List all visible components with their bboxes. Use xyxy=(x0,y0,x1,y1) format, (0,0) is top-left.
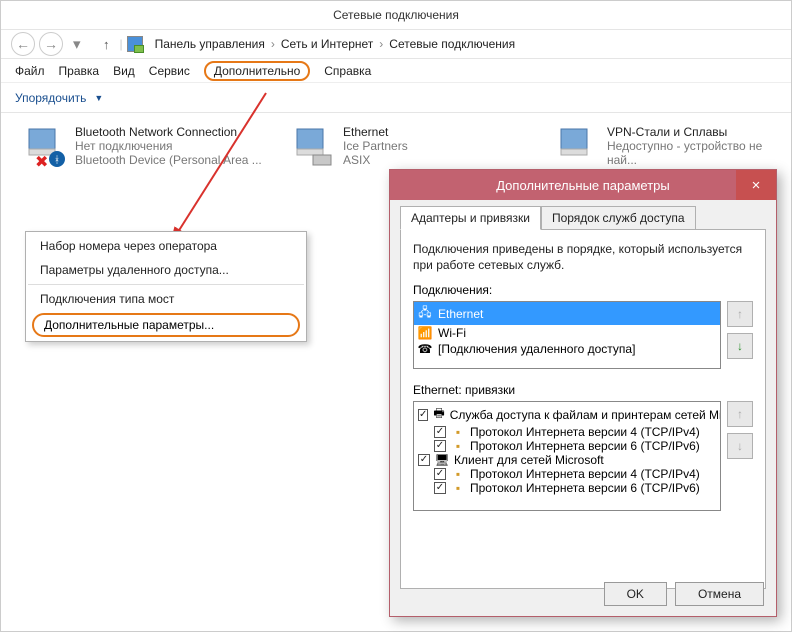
connection-status: Ice Partners xyxy=(343,139,408,153)
content-area: ᚼ✖ Bluetooth Network Connection Нет подк… xyxy=(1,113,791,631)
dialog-title: Дополнительные параметры × xyxy=(390,170,776,200)
svg-text:ᚼ: ᚼ xyxy=(54,155,60,166)
ok-button[interactable]: OK xyxy=(604,582,667,606)
cancel-button[interactable]: Отмена xyxy=(675,582,764,606)
tab-service-order[interactable]: Порядок служб доступа xyxy=(541,206,696,230)
checkbox[interactable] xyxy=(418,409,428,421)
checkbox[interactable] xyxy=(434,440,446,452)
menu-file[interactable]: Файл xyxy=(15,64,45,78)
ctx-advanced-params[interactable]: Дополнительные параметры... xyxy=(32,313,300,337)
menu-tools[interactable]: Сервис xyxy=(149,64,190,78)
connection-adapter: ASIX xyxy=(343,153,408,167)
ctx-remote-access[interactable]: Параметры удаленного доступа... xyxy=(28,258,304,282)
checkbox[interactable] xyxy=(434,426,446,438)
address-bar: ← → ▾ ↑ | Панель управления › Сеть и Инт… xyxy=(1,29,791,59)
menu-view[interactable]: Вид xyxy=(113,64,135,78)
ethernet-icon: 🖧 xyxy=(418,303,432,324)
connection-item[interactable]: Ethernet Ice Partners ASIX xyxy=(295,125,545,169)
back-button[interactable]: ← xyxy=(11,32,35,56)
checkbox[interactable] xyxy=(434,482,446,494)
menu-bar: Файл Правка Вид Сервис Дополнительно Спр… xyxy=(1,59,791,83)
protocol-icon: ▪ xyxy=(451,425,465,439)
protocol-icon: ▪ xyxy=(451,439,465,453)
list-item[interactable]: ☎ [Подключения удаленного доступа] xyxy=(414,341,720,357)
separator: | xyxy=(120,37,123,51)
tab-adapters[interactable]: Адаптеры и привязки xyxy=(400,206,541,230)
context-menu: Набор номера через оператора Параметры у… xyxy=(25,231,307,342)
menu-edit[interactable]: Правка xyxy=(59,64,100,78)
move-down-button[interactable]: ↓ xyxy=(727,433,753,459)
breadcrumb-item[interactable]: Сеть и Интернет xyxy=(275,37,379,51)
binding-item[interactable]: ▪ Протокол Интернета версии 4 (TCP/IPv4) xyxy=(416,425,718,439)
recent-dropdown-icon[interactable]: ▾ xyxy=(73,35,91,53)
bindings-label: Ethernet: привязки xyxy=(413,383,753,397)
list-item[interactable]: 📶 Wi-Fi xyxy=(414,325,720,341)
window-title: Сетевые подключения xyxy=(1,1,791,29)
advanced-settings-dialog: Дополнительные параметры × Адаптеры и пр… xyxy=(389,169,777,617)
checkbox[interactable] xyxy=(418,454,430,466)
protocol-icon: ▪ xyxy=(451,467,465,481)
connection-name: VPN-Стали и Сплавы xyxy=(607,125,789,139)
menu-help[interactable]: Справка xyxy=(324,64,371,78)
binding-item[interactable]: 🖥 Клиент для сетей Microsoft xyxy=(416,453,718,467)
connection-status: Недоступно - устройство не най... xyxy=(607,139,789,167)
connections-label: Подключения: xyxy=(413,283,753,297)
arrow-up-icon: ↑ xyxy=(737,407,743,421)
up-button[interactable]: ↑ xyxy=(103,37,110,52)
wifi-icon: 📶 xyxy=(418,326,432,340)
arrow-down-icon: ↓ xyxy=(737,339,743,353)
bluetooth-adapter-icon: ᚼ✖ xyxy=(27,125,67,169)
network-icon xyxy=(127,36,143,52)
breadcrumb-item[interactable]: Панель управления xyxy=(149,37,271,51)
forward-button[interactable]: → xyxy=(39,32,63,56)
bindings-listbox[interactable]: 🖶 Служба доступа к файлам и принтерам се… xyxy=(413,401,721,511)
connection-item[interactable]: VPN-Стали и Сплавы Недоступно - устройст… xyxy=(559,125,789,169)
close-button[interactable]: × xyxy=(736,170,776,200)
menu-advanced[interactable]: Дополнительно xyxy=(204,61,310,81)
move-up-button[interactable]: ↑ xyxy=(727,401,753,427)
vpn-adapter-icon xyxy=(559,125,599,169)
connection-name: Ethernet xyxy=(343,125,408,139)
binding-item[interactable]: 🖶 Служба доступа к файлам и принтерам се… xyxy=(416,404,718,425)
binding-item[interactable]: ▪ Протокол Интернета версии 4 (TCP/IPv4) xyxy=(416,467,718,481)
list-item[interactable]: 🖧 Ethernet xyxy=(414,302,720,325)
dialog-buttons: OK Отмена xyxy=(604,582,764,606)
binding-item[interactable]: ▪ Протокол Интернета версии 6 (TCP/IPv6) xyxy=(416,439,718,453)
breadcrumb-item[interactable]: Сетевые подключения xyxy=(383,37,521,51)
protocol-icon: ▪ xyxy=(451,481,465,495)
separator xyxy=(28,284,304,285)
chevron-down-icon[interactable]: ▼ xyxy=(94,93,103,103)
service-icon: 🖥 xyxy=(435,453,449,467)
tab-strip: Адаптеры и привязки Порядок служб доступ… xyxy=(400,206,766,230)
organize-button[interactable]: Упорядочить xyxy=(15,91,86,105)
svg-text:✖: ✖ xyxy=(35,154,48,169)
arrow-down-icon: ↓ xyxy=(737,439,743,453)
service-icon: 🖶 xyxy=(433,404,444,425)
move-up-button[interactable]: ↑ xyxy=(727,301,753,327)
ctx-bridge[interactable]: Подключения типа мост xyxy=(28,287,304,311)
dialup-icon: ☎ xyxy=(418,342,432,356)
tab-panel: Подключения приведены в порядке, который… xyxy=(400,229,766,589)
move-down-button[interactable]: ↓ xyxy=(727,333,753,359)
checkbox[interactable] xyxy=(434,468,446,480)
dialog-description: Подключения приведены в порядке, который… xyxy=(413,242,753,273)
arrow-up-icon: ↑ xyxy=(737,307,743,321)
ctx-dial-operator[interactable]: Набор номера через оператора xyxy=(28,234,304,258)
connections-listbox[interactable]: 🖧 Ethernet 📶 Wi-Fi ☎ [Подключения удален… xyxy=(413,301,721,369)
binding-item[interactable]: ▪ Протокол Интернета версии 6 (TCP/IPv6) xyxy=(416,481,718,495)
toolbar: Упорядочить ▼ xyxy=(1,83,791,113)
